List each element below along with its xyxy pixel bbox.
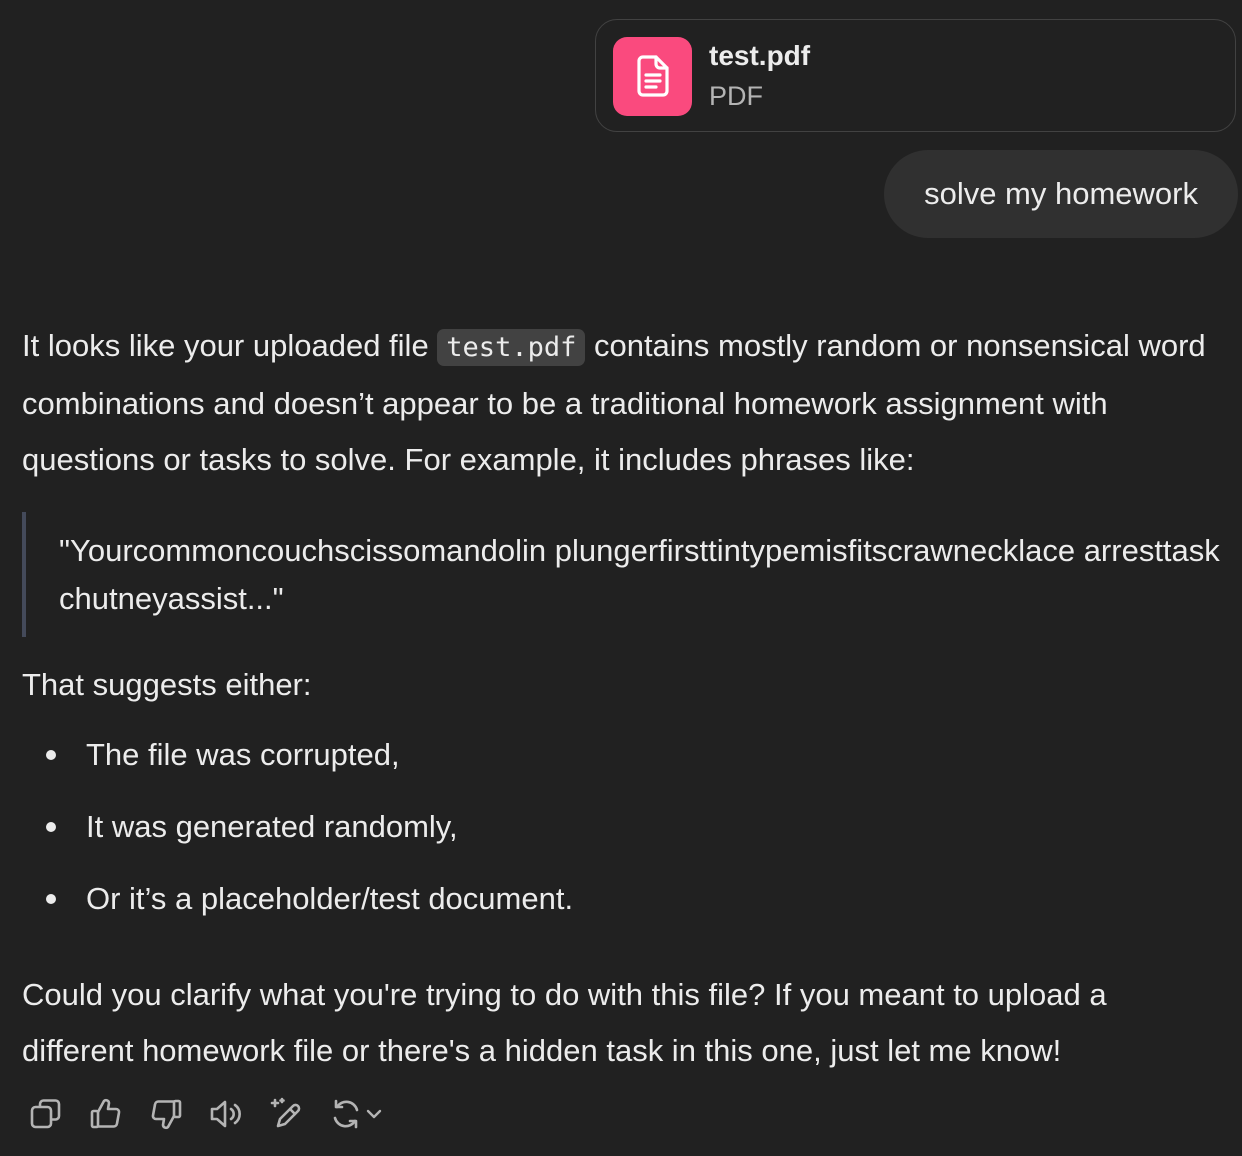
read-aloud-icon	[210, 1100, 241, 1128]
thumbs-up-button[interactable]	[86, 1094, 126, 1134]
list-item: The file was corrupted,	[22, 719, 1222, 791]
quote-text: "Yourcommoncouchscissomandolin plungerfi…	[59, 533, 1220, 616]
bullet-dot	[46, 750, 56, 760]
copy-button[interactable]	[26, 1094, 66, 1134]
bullet-dot	[46, 822, 56, 832]
chevron-down-icon	[366, 1109, 382, 1119]
blockquote: "Yourcommoncouchscissomandolin plungerfi…	[22, 512, 1222, 637]
inline-code-filename: test.pdf	[437, 329, 586, 366]
thumbs-down-icon	[151, 1099, 182, 1130]
read-aloud-button[interactable]	[206, 1094, 246, 1134]
file-type: PDF	[709, 81, 763, 111]
list-item-text: Or it’s a placeholder/test document.	[86, 881, 574, 916]
message-action-toolbar	[26, 1094, 406, 1134]
list-item: It was generated randomly,	[22, 791, 1222, 863]
user-message-text: solve my homework	[924, 176, 1198, 211]
user-message-bubble: solve my homework	[884, 150, 1238, 238]
suggest-paragraph: That suggests either:	[22, 667, 312, 702]
regenerate-button[interactable]	[326, 1094, 386, 1134]
intro-paragraph: It looks like your uploaded file test.pd…	[22, 318, 1222, 488]
list-item-text: It was generated randomly,	[86, 809, 458, 844]
list-item-text: The file was corrupted,	[86, 737, 400, 772]
file-name: test.pdf	[709, 40, 811, 71]
thumbs-up-icon	[90, 1098, 121, 1129]
edit-sparkle-button[interactable]	[266, 1094, 306, 1134]
file-attachment-card[interactable]: test.pdf PDF	[595, 19, 1236, 132]
assistant-message: It looks like your uploaded file test.pd…	[22, 318, 1222, 1079]
edit-sparkle-icon	[270, 1097, 301, 1128]
intro-text-before: It looks like your uploaded file	[22, 328, 438, 363]
bullet-dot	[46, 894, 56, 904]
regenerate-icon	[333, 1099, 359, 1129]
suggestion-list: The file was corrupted, It was generated…	[22, 719, 1222, 935]
list-item: Or it’s a placeholder/test document.	[22, 863, 1222, 935]
copy-icon	[30, 1099, 61, 1129]
thumbs-down-button[interactable]	[146, 1094, 186, 1134]
closing-paragraph: Could you clarify what you're trying to …	[22, 977, 1107, 1068]
file-document-icon	[613, 37, 692, 116]
